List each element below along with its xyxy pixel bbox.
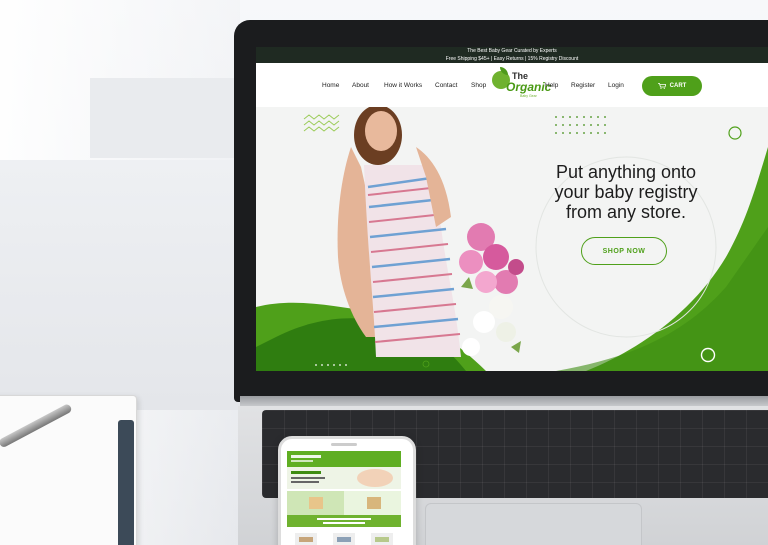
zigzag-decoration — [303, 114, 340, 132]
nav-home[interactable]: Home — [322, 82, 339, 89]
nav-about[interactable]: About — [352, 82, 369, 89]
flower-bouquet — [459, 223, 524, 356]
notebook-strap — [118, 420, 134, 545]
nav-contact[interactable]: Contact — [435, 82, 457, 89]
laptop-screen: The Best Baby Gear Curated by Experts Fr… — [256, 47, 768, 371]
woman-photo — [337, 107, 461, 357]
promo-line-2: Free Shipping $45+ | Easy Returns | 15% … — [445, 56, 579, 62]
photo-scene: The Best Baby Gear Curated by Experts Fr… — [0, 0, 768, 545]
cart-button[interactable]: CART — [642, 76, 702, 96]
circle-decoration-top — [728, 126, 742, 140]
site-navbar: Home About How it Works Contact Shop The… — [256, 63, 768, 108]
hero-headline-line-2: your baby registry — [554, 182, 698, 202]
nav-register[interactable]: Register — [571, 82, 595, 89]
logo-subtitle: Baby Gear — [520, 94, 537, 98]
phone-speaker — [331, 443, 357, 446]
hero-headline-line-3: from any store. — [565, 202, 687, 222]
cart-label: CART — [669, 83, 687, 89]
shop-now-button[interactable]: SHOP NOW — [581, 237, 667, 265]
promo-line-1: The Best Baby Gear Curated by Experts — [467, 48, 557, 54]
phone-site-preview — [287, 451, 401, 545]
phone-screen — [287, 451, 401, 545]
hero-artwork — [256, 107, 768, 371]
hero-headline: Put anything onto your baby registry fro… — [526, 162, 726, 222]
site-logo[interactable]: The Organic Baby Gear — [492, 67, 551, 103]
smartphone — [278, 436, 416, 545]
hero-banner: Put anything onto your baby registry fro… — [256, 107, 768, 371]
background-furniture — [90, 78, 240, 158]
background-desk — [0, 160, 240, 410]
nav-shop[interactable]: Shop — [471, 82, 486, 89]
notebook — [0, 395, 137, 545]
nav-help[interactable]: Help — [545, 82, 558, 89]
dot-grid-decoration — [555, 116, 606, 134]
nav-login[interactable]: Login — [608, 82, 624, 89]
hero-headline-line-1: Put anything onto — [555, 162, 697, 182]
laptop-trackpad — [425, 503, 642, 545]
cart-icon — [657, 83, 666, 89]
promo-topbar: The Best Baby Gear Curated by Experts Fr… — [256, 47, 768, 63]
nav-how-it-works[interactable]: How it Works — [384, 82, 422, 89]
